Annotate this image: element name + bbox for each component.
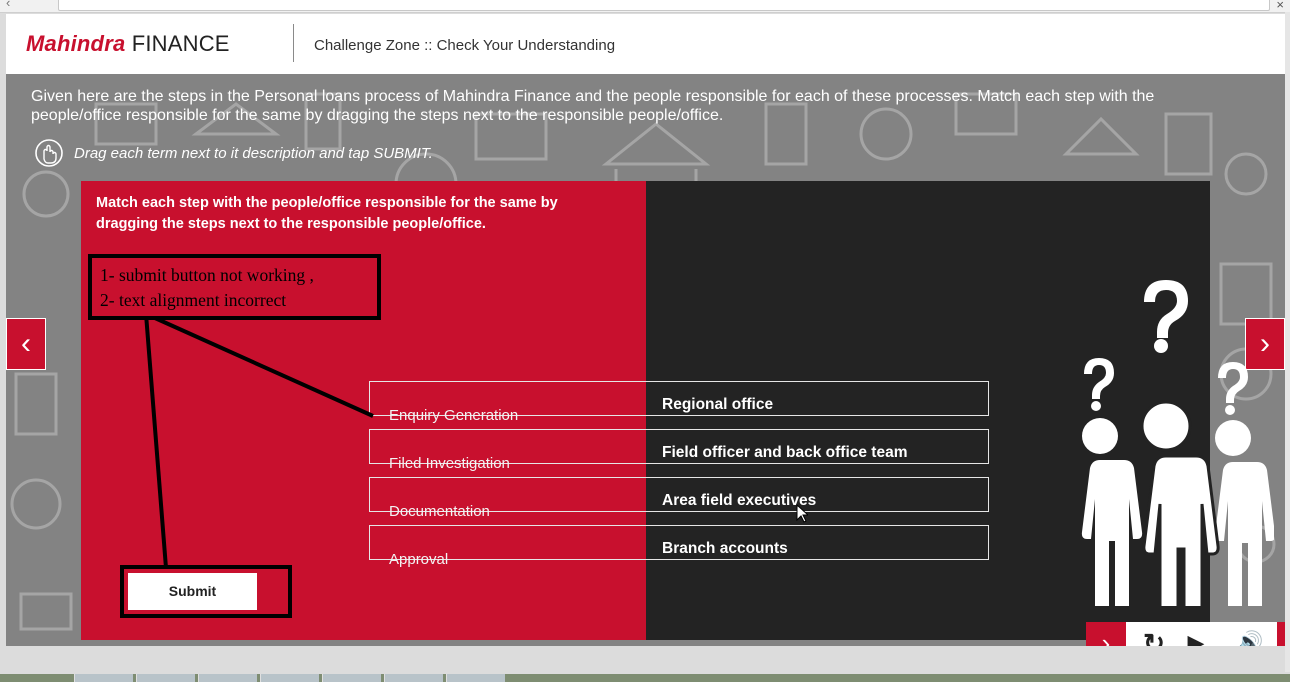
taskbar-item[interactable] bbox=[322, 674, 381, 682]
match-row[interactable]: Approval Branch accounts bbox=[369, 525, 989, 568]
match-row[interactable]: Enquiry Generation Regional office bbox=[369, 381, 989, 424]
drag-hand-icon bbox=[35, 139, 63, 167]
draggable-step[interactable]: Documentation bbox=[389, 503, 490, 520]
logo-brand-text: Mahindra bbox=[26, 31, 126, 56]
play-icon[interactable]: ▶ bbox=[1176, 622, 1216, 646]
drop-target-label: Branch accounts bbox=[662, 540, 788, 557]
browser-toolbar: ‹ × bbox=[0, 0, 1290, 13]
page-title: Challenge Zone :: Check Your Understandi… bbox=[314, 37, 616, 54]
taskbar-item[interactable] bbox=[260, 674, 319, 682]
match-row[interactable]: Documentation Area field executives bbox=[369, 477, 989, 520]
taskbar-item[interactable] bbox=[384, 674, 443, 682]
drag-hint-text: Drag each term next to it description an… bbox=[74, 145, 433, 162]
challenge-stage: Given here are the steps in the Personal… bbox=[6, 74, 1285, 646]
drop-target-label: Regional office bbox=[662, 396, 774, 413]
annotation-line-1: 1- submit button not working , bbox=[100, 265, 314, 285]
annotation-line-2: 2- text alignment incorrect bbox=[100, 290, 287, 310]
next-button[interactable]: › bbox=[1086, 622, 1126, 646]
match-row[interactable]: Filed Investigation Field officer and ba… bbox=[369, 429, 989, 472]
previous-slide-button[interactable]: ‹ bbox=[6, 318, 46, 370]
browser-back-icon[interactable]: ‹ bbox=[6, 0, 10, 10]
page-scrollbar[interactable] bbox=[1285, 12, 1290, 672]
volume-icon[interactable]: 🔊 bbox=[1226, 622, 1274, 646]
taskbar-item[interactable] bbox=[198, 674, 257, 682]
drop-target-label: Field officer and back office team bbox=[662, 444, 908, 461]
address-bar[interactable] bbox=[58, 0, 1270, 11]
activity-instruction: Match each step with the people/office r… bbox=[96, 195, 558, 232]
draggable-step[interactable]: Approval bbox=[389, 551, 448, 568]
window-close-icon[interactable]: × bbox=[1276, 0, 1284, 12]
submit-highlight: Submit bbox=[120, 565, 292, 618]
control-bar-edge bbox=[1277, 622, 1285, 646]
taskbar bbox=[0, 674, 1290, 682]
intro-text: Given here are the steps in the Personal… bbox=[31, 88, 1155, 124]
submit-button[interactable]: Submit bbox=[128, 573, 257, 610]
player-control-bar: › ↻ ▶ 🔊 bbox=[1086, 622, 1285, 646]
people-question-illustration bbox=[1076, 280, 1274, 606]
replay-icon[interactable]: ↻ bbox=[1134, 622, 1174, 646]
header-divider bbox=[293, 24, 294, 62]
course-header: Mahindra FINANCE Challenge Zone :: Check… bbox=[6, 14, 1285, 74]
drop-target-label: Area field executives bbox=[662, 492, 817, 509]
draggable-step[interactable]: Filed Investigation bbox=[389, 455, 510, 472]
draggable-step[interactable]: Enquiry Generation bbox=[389, 407, 518, 424]
mahindra-finance-logo: Mahindra FINANCE bbox=[26, 31, 230, 57]
annotation-note: 1- submit button not working , 2- text a… bbox=[100, 263, 314, 313]
mouse-cursor-icon bbox=[796, 504, 808, 523]
taskbar-item[interactable] bbox=[446, 674, 505, 682]
taskbar-item[interactable] bbox=[74, 674, 133, 682]
scroll-up-icon[interactable] bbox=[1285, 24, 1290, 32]
review-annotation: 1- submit button not working , 2- text a… bbox=[88, 254, 381, 320]
logo-suffix-text: FINANCE bbox=[131, 31, 230, 56]
taskbar-item[interactable] bbox=[136, 674, 195, 682]
